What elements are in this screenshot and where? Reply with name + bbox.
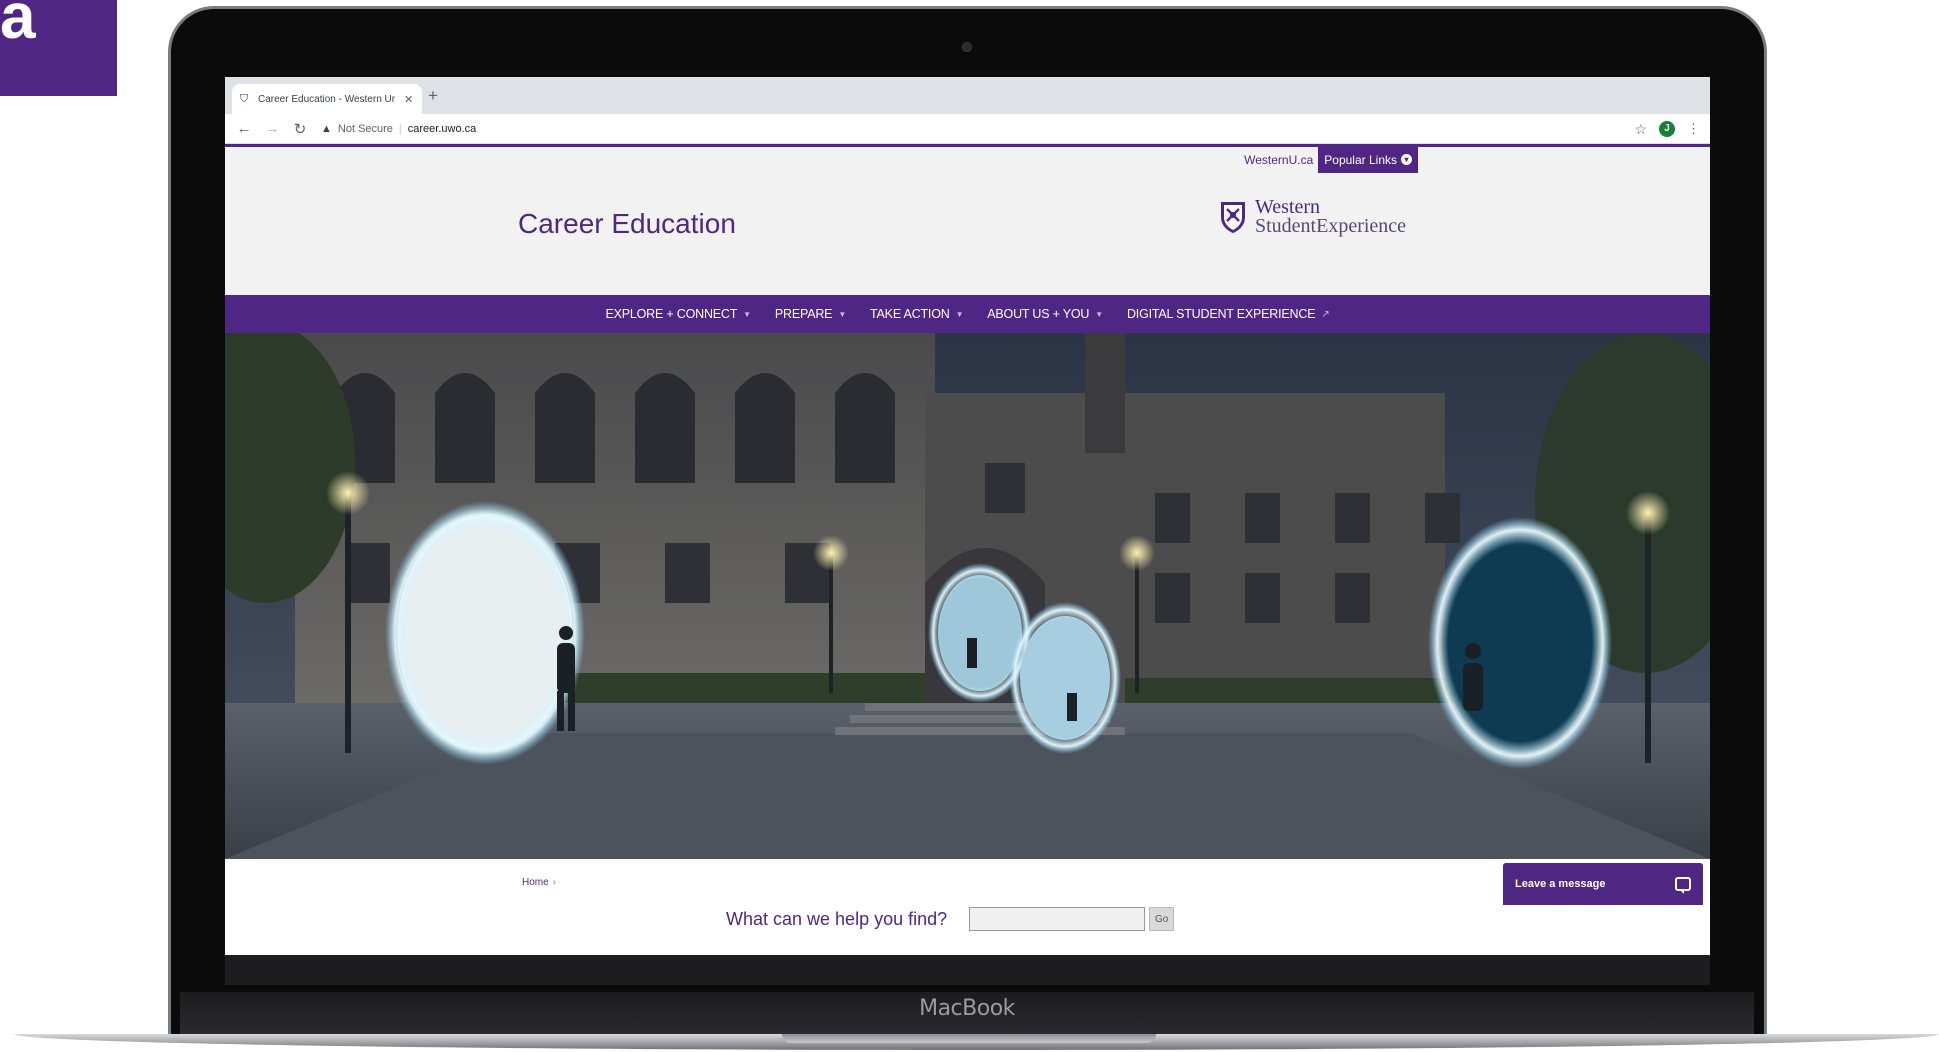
- toolbar-actions: ☆ J ⋮: [1634, 114, 1700, 144]
- popular-links-button[interactable]: Popular Links ▾: [1318, 147, 1418, 173]
- nav-item-label: EXPLORE + CONNECT: [605, 307, 738, 321]
- external-link-icon: ↗: [1321, 308, 1330, 320]
- campus-portals-illustration: [225, 333, 1710, 859]
- shield-crest-icon: [1221, 202, 1245, 233]
- hero-banner-image: [225, 333, 1710, 859]
- tab-title: Career Education - Western Ur: [258, 93, 396, 105]
- browser-toolbar: ← → ↻ ▲ Not Secure | career.uwo.ca ☆ J ⋮: [225, 114, 1710, 144]
- site-search: What can we help you find? Go: [726, 907, 1175, 931]
- laptop-screen: ⛉ Career Education - Western Ur ✕ + ← → …: [225, 77, 1710, 985]
- western-brand-logo[interactable]: Western StudentExperience: [1219, 197, 1407, 237]
- brand-line-student-experience: StudentExperience: [1255, 215, 1407, 237]
- webcam: [962, 42, 972, 52]
- breadcrumb: Home ›: [522, 877, 556, 888]
- nav-item-digital-student-experience[interactable]: DIGITAL STUDENT EXPERIENCE ↗: [1115, 307, 1342, 321]
- chevron-down-icon: ▾: [1401, 154, 1412, 165]
- nav-item-prepare[interactable]: PREPARE ▼: [763, 307, 858, 321]
- device-label: MacBook: [919, 996, 1015, 1021]
- bookmark-star-icon[interactable]: ☆: [1634, 121, 1647, 138]
- nav-item-label: PREPARE: [774, 307, 833, 321]
- popular-links-label: Popular Links: [1324, 153, 1397, 167]
- forward-arrow-icon[interactable]: →: [263, 120, 281, 137]
- brand-wordmark: Western StudentExperience: [1255, 197, 1407, 237]
- corner-badge-text: a: [0, 0, 36, 52]
- nav-item-explore-connect[interactable]: EXPLORE + CONNECT ▼: [593, 307, 762, 321]
- main-navigation: EXPLORE + CONNECT ▼ PREPARE ▼ TAKE ACTIO…: [225, 295, 1710, 333]
- nav-item-label: TAKE ACTION: [870, 307, 950, 321]
- shield-favicon-icon: ⛉: [240, 93, 249, 105]
- content-area: Home › What can we help you find? Go: [225, 859, 1710, 955]
- new-tab-button[interactable]: +: [428, 86, 438, 106]
- url-separator: |: [398, 122, 402, 135]
- back-arrow-icon[interactable]: ←: [235, 120, 253, 137]
- footer-bar: [225, 955, 1710, 985]
- caret-down-icon: ▼: [955, 309, 964, 319]
- caret-down-icon: ▼: [838, 309, 847, 319]
- nav-item-label: DIGITAL STUDENT EXPERIENCE: [1126, 307, 1316, 321]
- laptop-notch: [782, 1034, 1156, 1043]
- westernu-link[interactable]: WesternU.ca: [1239, 147, 1318, 173]
- security-label: Not Secure: [337, 122, 393, 135]
- web-page: WesternU.ca Popular Links ▾ Career Educa…: [225, 144, 1710, 985]
- search-prompt: What can we help you find?: [726, 908, 948, 929]
- top-accent-line: [225, 144, 1710, 147]
- site-title[interactable]: Career Education: [518, 208, 736, 240]
- caret-down-icon: ▼: [743, 309, 751, 319]
- corner-badge: a: [0, 0, 117, 96]
- kebab-menu-icon[interactable]: ⋮: [1687, 121, 1700, 137]
- chat-label: Leave a message: [1515, 878, 1606, 890]
- browser-tab[interactable]: ⛉ Career Education - Western Ur ✕: [232, 84, 422, 114]
- reload-icon[interactable]: ↻: [291, 120, 309, 138]
- caret-down-icon: ▼: [1095, 309, 1103, 319]
- breadcrumb-separator: ›: [552, 877, 557, 888]
- close-tab-icon[interactable]: ✕: [404, 93, 413, 106]
- nav-item-label: ABOUT US + YOU: [987, 307, 1090, 321]
- warning-icon[interactable]: ▲: [321, 123, 332, 135]
- nav-item-about-us-you[interactable]: ABOUT US + YOU ▼: [975, 307, 1115, 321]
- chat-bubble-icon: [1675, 877, 1691, 894]
- address-bar[interactable]: ▲ Not Secure | career.uwo.ca: [321, 123, 476, 135]
- url-text: career.uwo.ca: [407, 122, 477, 135]
- browser-tab-bar: ⛉ Career Education - Western Ur ✕ +: [225, 77, 1710, 114]
- breadcrumb-home-link[interactable]: Home: [522, 877, 549, 888]
- profile-avatar[interactable]: J: [1659, 121, 1675, 137]
- nav-item-take-action[interactable]: TAKE ACTION ▼: [858, 307, 975, 321]
- search-go-button[interactable]: Go: [1149, 907, 1175, 931]
- utility-bar: WesternU.ca Popular Links ▾: [1239, 147, 1418, 173]
- search-input[interactable]: [969, 907, 1146, 931]
- chat-widget[interactable]: Leave a message: [1503, 863, 1703, 905]
